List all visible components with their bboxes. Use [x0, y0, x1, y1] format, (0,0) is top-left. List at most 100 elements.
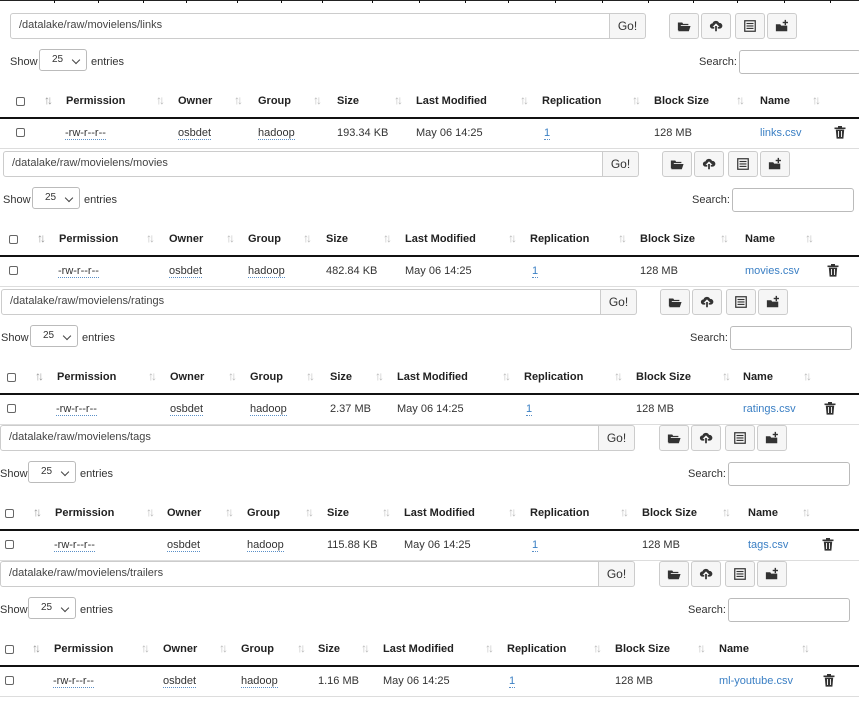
page-length-select[interactable]: 25	[28, 597, 76, 619]
go-button[interactable]: Go!	[610, 13, 646, 39]
group-cell[interactable]: hadoop	[247, 539, 284, 552]
sort-icon[interactable]: ↑↓	[383, 231, 392, 245]
add-folder-button[interactable]	[767, 13, 797, 39]
sort-icon[interactable]: ↑↓	[35, 369, 44, 383]
column-header-permission[interactable]: Permission	[57, 371, 116, 383]
sort-icon[interactable]: ↑↓	[146, 505, 155, 519]
upload-cloud-button[interactable]	[691, 561, 721, 587]
column-header-block-size[interactable]: Block Size	[615, 643, 670, 655]
upload-cloud-button[interactable]	[694, 151, 724, 177]
sort-icon[interactable]: ↑↓	[148, 369, 157, 383]
sort-icon[interactable]: ↑↓	[394, 93, 403, 107]
sort-icon[interactable]: ↑↓	[225, 505, 234, 519]
sort-icon[interactable]: ↑↓	[805, 231, 814, 245]
folder-open-button[interactable]	[669, 13, 699, 39]
column-header-group[interactable]: Group	[258, 95, 291, 107]
trash-icon[interactable]	[823, 674, 835, 687]
select-all-checkbox[interactable]	[5, 509, 14, 518]
sort-icon[interactable]: ↑↓	[632, 93, 641, 107]
column-header-permission[interactable]: Permission	[55, 507, 114, 519]
owner-cell[interactable]: osbdet	[167, 539, 201, 552]
column-header-name[interactable]: Name	[748, 507, 778, 519]
column-header-owner[interactable]: Owner	[169, 233, 203, 245]
file-name-link[interactable]: links.csv	[760, 127, 802, 139]
row-checkbox[interactable]	[7, 404, 16, 413]
column-header-last-modified[interactable]: Last Modified	[405, 233, 476, 245]
folder-open-button[interactable]	[660, 289, 690, 315]
go-button[interactable]: Go!	[599, 425, 635, 451]
column-header-permission[interactable]: Permission	[59, 233, 118, 245]
group-cell[interactable]: hadoop	[241, 675, 278, 688]
group-cell[interactable]: hadoop	[258, 127, 295, 140]
sort-icon[interactable]: ↑↓	[485, 641, 494, 655]
select-all-checkbox[interactable]	[9, 235, 18, 244]
folder-open-button[interactable]	[662, 151, 692, 177]
folder-open-button[interactable]	[659, 561, 689, 587]
sort-icon[interactable]: ↑↓	[297, 641, 306, 655]
sort-icon[interactable]: ↑↓	[306, 369, 315, 383]
sort-icon[interactable]: ↑↓	[502, 369, 511, 383]
sort-icon[interactable]: ↑↓	[620, 505, 629, 519]
search-input[interactable]	[732, 188, 854, 212]
sort-icon[interactable]: ↑↓	[722, 369, 731, 383]
path-input[interactable]: /datalake/raw/movielens/movies	[3, 151, 603, 177]
column-header-permission[interactable]: Permission	[66, 95, 125, 107]
path-input[interactable]: /datalake/raw/movielens/tags	[0, 425, 599, 451]
column-header-name[interactable]: Name	[743, 371, 773, 383]
add-folder-button[interactable]	[757, 425, 787, 451]
add-folder-button[interactable]	[757, 561, 787, 587]
sort-icon[interactable]: ↑↓	[802, 505, 811, 519]
page-length-select[interactable]: 25	[39, 49, 87, 71]
sort-icon[interactable]: ↑↓	[228, 369, 237, 383]
row-checkbox[interactable]	[5, 676, 14, 685]
go-button[interactable]: Go!	[599, 561, 635, 587]
add-folder-button[interactable]	[760, 151, 790, 177]
search-input[interactable]	[730, 326, 852, 350]
sort-icon[interactable]: ↑↓	[361, 641, 370, 655]
page-length-select[interactable]: 25	[32, 187, 80, 209]
column-header-replication[interactable]: Replication	[524, 371, 583, 383]
column-header-last-modified[interactable]: Last Modified	[397, 371, 468, 383]
group-cell[interactable]: hadoop	[248, 265, 285, 278]
column-header-size[interactable]: Size	[330, 371, 352, 383]
column-header-name[interactable]: Name	[760, 95, 790, 107]
column-header-replication[interactable]: Replication	[530, 233, 589, 245]
search-input[interactable]	[728, 598, 850, 622]
sort-icon[interactable]: ↑↓	[618, 231, 627, 245]
sort-icon[interactable]: ↑↓	[305, 505, 314, 519]
column-header-last-modified[interactable]: Last Modified	[383, 643, 454, 655]
owner-cell[interactable]: osbdet	[169, 265, 203, 278]
sort-icon[interactable]: ↑↓	[303, 231, 312, 245]
column-header-replication[interactable]: Replication	[507, 643, 566, 655]
sort-icon[interactable]: ↑↓	[803, 369, 812, 383]
list-button[interactable]	[728, 151, 758, 177]
column-header-size[interactable]: Size	[326, 233, 348, 245]
column-header-group[interactable]: Group	[250, 371, 283, 383]
column-header-size[interactable]: Size	[327, 507, 349, 519]
list-button[interactable]	[725, 425, 755, 451]
page-length-select[interactable]: 25	[28, 461, 76, 483]
path-input[interactable]: /datalake/raw/movielens/ratings	[1, 289, 601, 315]
column-header-permission[interactable]: Permission	[54, 643, 113, 655]
column-header-owner[interactable]: Owner	[167, 507, 201, 519]
column-header-replication[interactable]: Replication	[542, 95, 601, 107]
column-header-owner[interactable]: Owner	[170, 371, 204, 383]
file-name-link[interactable]: ratings.csv	[743, 403, 796, 415]
replication-cell[interactable]: 1	[532, 539, 539, 552]
sort-icon[interactable]: ↑↓	[520, 93, 529, 107]
column-header-group[interactable]: Group	[248, 233, 281, 245]
row-checkbox[interactable]	[9, 266, 18, 275]
column-header-name[interactable]: Name	[745, 233, 775, 245]
column-header-last-modified[interactable]: Last Modified	[416, 95, 487, 107]
sort-icon[interactable]: ↑↓	[313, 93, 322, 107]
trash-icon[interactable]	[827, 264, 839, 277]
replication-cell[interactable]: 1	[509, 675, 516, 688]
upload-cloud-button[interactable]	[701, 13, 731, 39]
column-header-block-size[interactable]: Block Size	[654, 95, 709, 107]
permission-cell[interactable]: -rw-r--r--	[58, 265, 99, 278]
replication-cell[interactable]: 1	[532, 265, 539, 278]
sort-icon[interactable]: ↑↓	[812, 93, 821, 107]
sort-icon[interactable]: ↑↓	[736, 93, 745, 107]
owner-cell[interactable]: osbdet	[178, 127, 212, 140]
sort-icon[interactable]: ↑↓	[722, 505, 731, 519]
